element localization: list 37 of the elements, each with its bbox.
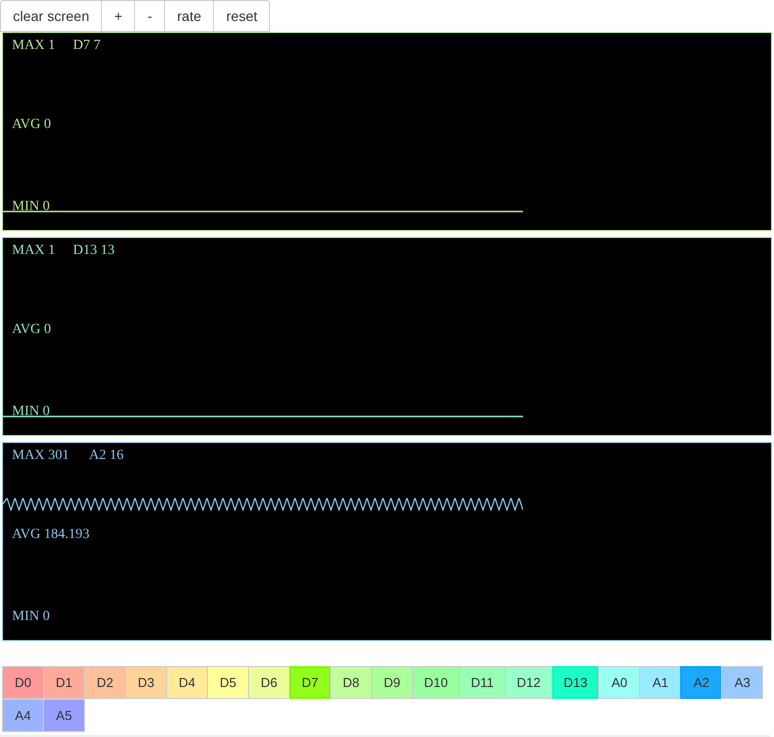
toolbar-button[interactable]: - bbox=[135, 0, 166, 32]
toolbar-button[interactable]: clear screen bbox=[0, 0, 102, 32]
avg-label: AVG 184.193 bbox=[12, 527, 90, 543]
pin-button[interactable]: D6 bbox=[248, 666, 290, 699]
avg-label: AVG 0 bbox=[12, 322, 52, 338]
channel-label: D7 7 bbox=[73, 38, 101, 54]
max-label: MAX 1 bbox=[12, 38, 56, 54]
max-label: MAX 1 bbox=[12, 243, 56, 259]
min-label: MIN 0 bbox=[12, 609, 50, 625]
pin-button[interactable]: A5 bbox=[43, 699, 85, 732]
pin-button[interactable]: D12 bbox=[504, 666, 553, 699]
pin-button[interactable]: D5 bbox=[207, 666, 249, 699]
pin-button[interactable]: D13 bbox=[552, 666, 600, 699]
pin-button[interactable]: D0 bbox=[2, 666, 44, 699]
pin-button[interactable]: D7 bbox=[289, 666, 331, 699]
avg-label: AVG 0 bbox=[12, 117, 52, 133]
pin-button[interactable]: A2 bbox=[680, 666, 722, 699]
pin-button[interactable]: D8 bbox=[330, 666, 372, 699]
pin-button[interactable]: D10 bbox=[412, 666, 460, 699]
min-label: MIN 0 bbox=[12, 404, 50, 420]
pin-button[interactable]: D4 bbox=[166, 666, 208, 699]
pin-button[interactable]: D9 bbox=[371, 666, 413, 699]
pin-button[interactable]: A3 bbox=[721, 666, 764, 699]
pin-button[interactable]: D2 bbox=[84, 666, 126, 699]
channel-label: A2 16 bbox=[89, 448, 124, 464]
toolbar-button[interactable]: reset bbox=[214, 0, 270, 32]
max-label: MAX 301 bbox=[12, 448, 70, 464]
toolbar-button[interactable]: rate bbox=[165, 0, 214, 32]
pin-button[interactable]: A4 bbox=[2, 699, 44, 732]
pin-button[interactable]: D3 bbox=[125, 666, 167, 699]
pin-button[interactable]: D1 bbox=[43, 666, 85, 699]
toolbar-button[interactable]: + bbox=[102, 0, 136, 32]
min-label: MIN 0 bbox=[12, 199, 50, 215]
channel-label: D13 13 bbox=[73, 243, 115, 259]
pin-button[interactable]: A0 bbox=[598, 666, 640, 699]
pin-button[interactable]: D11 bbox=[458, 666, 506, 699]
pin-button[interactable]: A1 bbox=[639, 666, 682, 699]
